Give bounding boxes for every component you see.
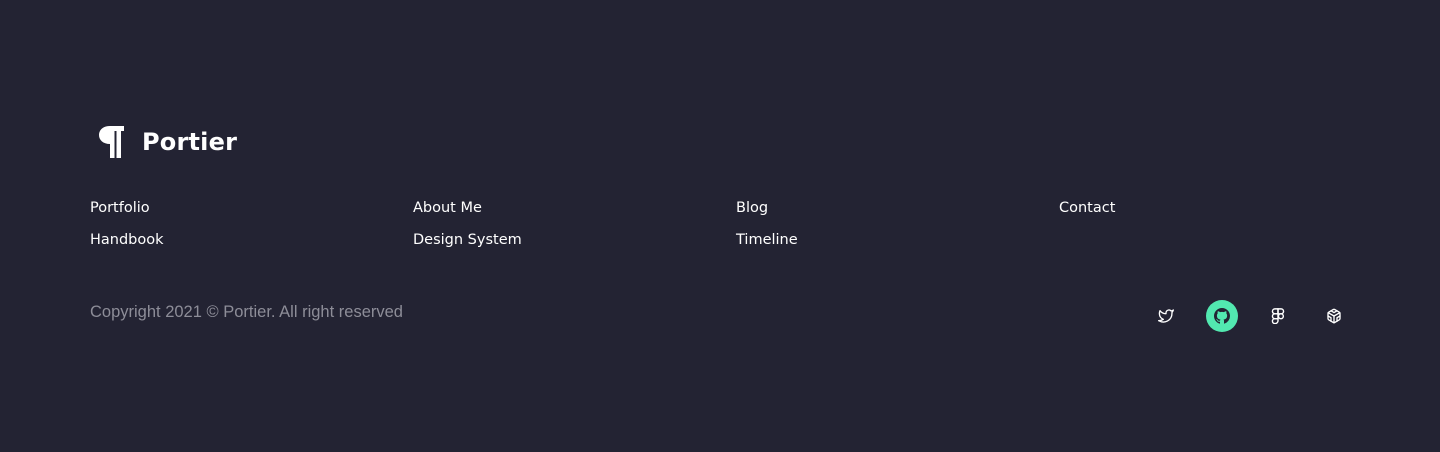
github-icon [1214,308,1230,324]
copyright-text: Copyright 2021 © Portier. All right rese… [90,303,403,321]
site-footer: Portier Portfolio Handbook About Me Desi… [0,0,1440,452]
brand-logo[interactable]: Portier [96,122,237,162]
footer-link-handbook[interactable]: Handbook [90,231,164,249]
footer-link-blog[interactable]: Blog [736,199,768,217]
footer-link-design-system[interactable]: Design System [413,231,522,249]
codesandbox-link[interactable] [1318,300,1350,332]
github-link[interactable] [1206,300,1238,332]
brand-name: Portier [142,128,238,156]
codesandbox-icon [1326,308,1342,324]
footer-link-contact[interactable]: Contact [1059,199,1115,217]
twitter-icon [1158,308,1174,324]
footer-link-about-me[interactable]: About Me [413,199,482,217]
footer-link-portfolio[interactable]: Portfolio [90,199,150,217]
figma-icon [1271,308,1285,324]
pilcrow-icon [96,122,128,162]
figma-link[interactable] [1262,300,1294,332]
twitter-link[interactable] [1150,300,1182,332]
footer-link-timeline[interactable]: Timeline [736,231,798,249]
